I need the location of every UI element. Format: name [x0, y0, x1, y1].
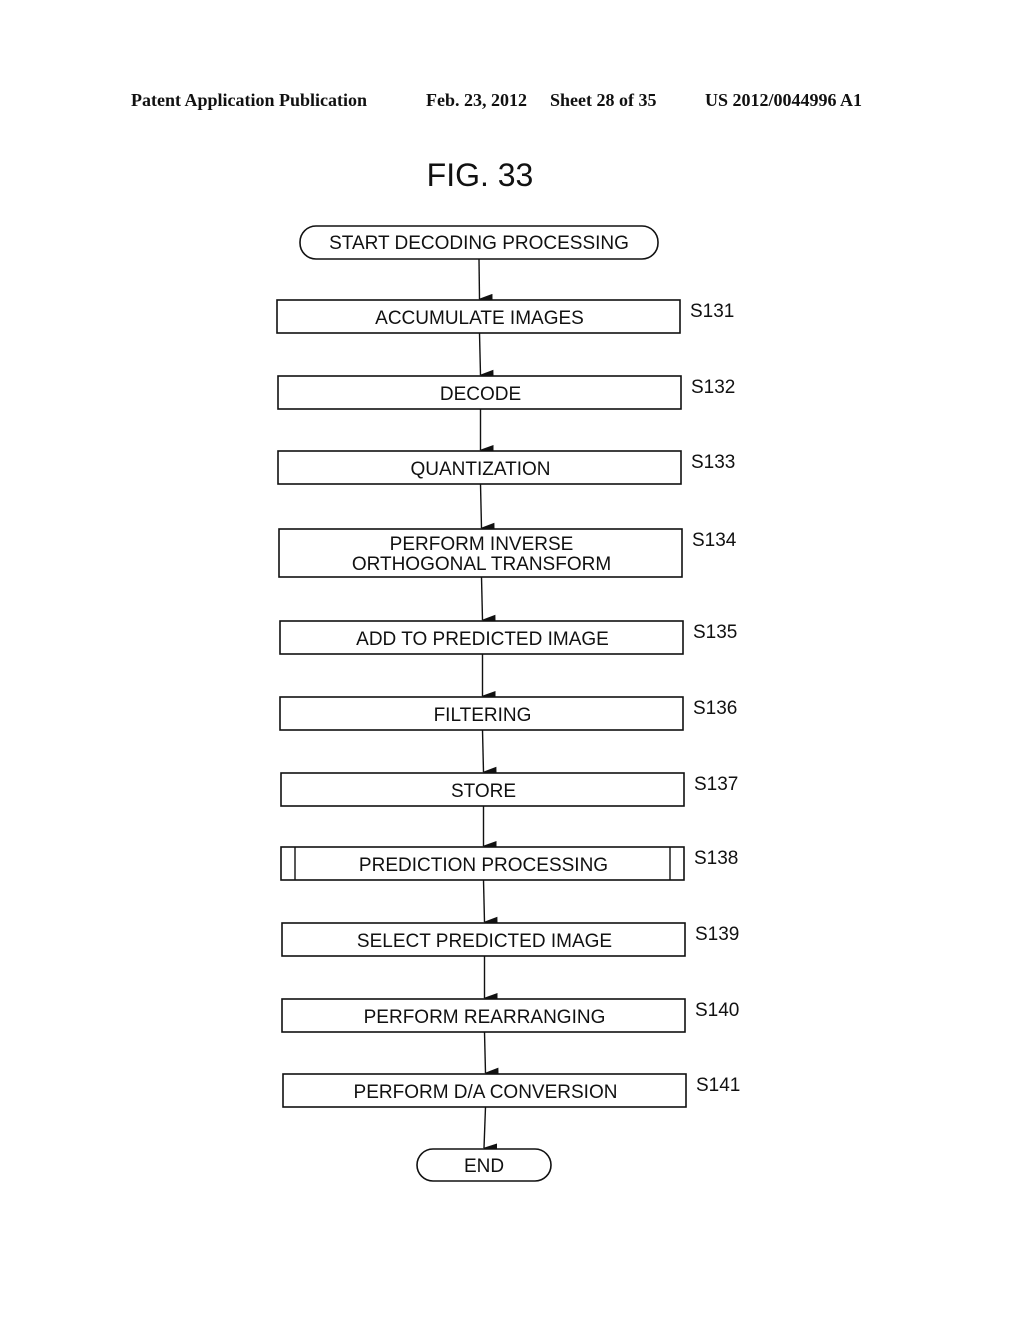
step-text: FILTERING [434, 705, 532, 726]
step-text: PERFORM D/A CONVERSION [354, 1082, 618, 1103]
step-text: ORTHOGONAL TRANSFORM [352, 554, 611, 575]
step-label-s139: S139 [695, 924, 739, 945]
step-text: STORE [451, 781, 516, 802]
flowchart: START DECODING PROCESSING ACCUMULATE IMAG… [276, 225, 740, 1182]
end-label: END [464, 1156, 504, 1177]
step-text: ACCUMULATE IMAGES [375, 308, 584, 329]
step-label-s136: S136 [693, 698, 737, 719]
step-label-s132: S132 [691, 377, 735, 398]
start-label: START DECODING PROCESSING [329, 233, 629, 254]
flow-arrow [482, 879, 498, 927]
step-text: PERFORM INVERSE [390, 534, 574, 555]
step-label-s140: S140 [695, 1000, 739, 1021]
step-text: DECODE [440, 384, 521, 405]
step-label-s137: S137 [694, 774, 738, 795]
step-label-s131: S131 [690, 301, 734, 322]
step-text: SELECT PREDICTED IMAGE [357, 931, 612, 952]
flow-arrow [483, 1031, 499, 1078]
step-text: PERFORM REARRANGING [364, 1007, 606, 1028]
step-label-s135: S135 [693, 622, 737, 643]
step-text: ADD TO PREDICTED IMAGE [356, 629, 609, 650]
flow-arrow [478, 332, 494, 380]
step-text: PREDICTION PROCESSING [359, 855, 608, 876]
flow-arrow [480, 576, 496, 625]
flow-arrow [481, 729, 497, 777]
step-label-s138: S138 [694, 848, 738, 869]
step-label-s141: S141 [696, 1075, 740, 1096]
step-text: QUANTIZATION [410, 459, 550, 480]
step-label-s133: S133 [691, 452, 735, 473]
flow-arrow [478, 258, 493, 304]
step-label-s134: S134 [692, 530, 737, 551]
flow-arrow [479, 483, 495, 533]
flow-arrow [483, 1106, 498, 1154]
